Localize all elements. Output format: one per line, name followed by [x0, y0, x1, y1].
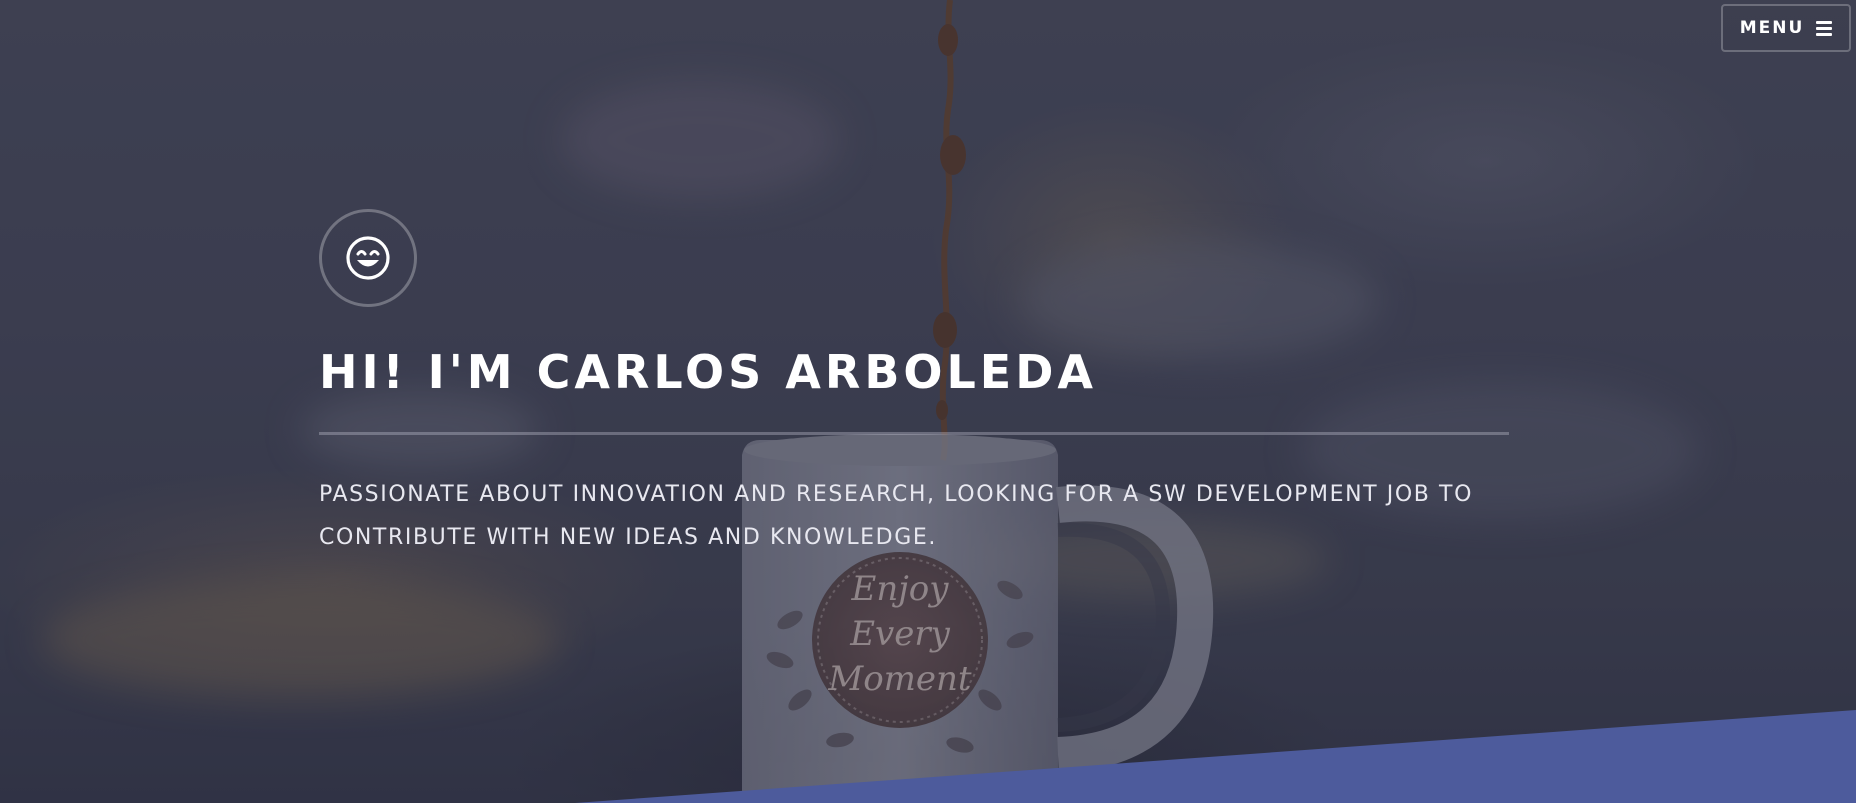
- hero-section: Enjoy Every Moment MENU HI! I'M CARLOS A…: [0, 0, 1856, 803]
- smiling-face-icon: [346, 236, 390, 280]
- mug-text-line-2: Every: [849, 614, 950, 654]
- hero-content: HI! I'M CARLOS ARBOLEDA PASSIONATE ABOUT…: [319, 209, 1509, 581]
- tagline: PASSIONATE ABOUT INNOVATION AND RESEARCH…: [319, 481, 1473, 550]
- menu-label: MENU: [1739, 18, 1805, 38]
- divider: [319, 431, 1509, 435]
- hamburger-icon: [1816, 20, 1833, 36]
- avatar: [319, 209, 417, 307]
- menu-button[interactable]: MENU: [1721, 4, 1851, 52]
- page-title: HI! I'M CARLOS ARBOLEDA: [319, 345, 1098, 399]
- mug-text-line-3: Moment: [827, 659, 972, 699]
